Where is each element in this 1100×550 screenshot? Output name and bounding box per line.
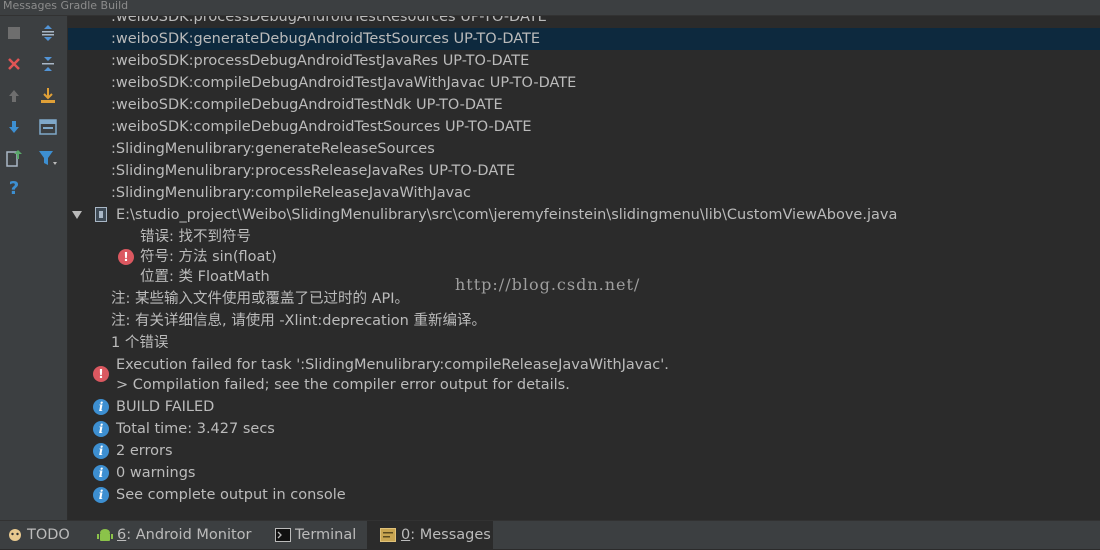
info-icon: i (93, 465, 109, 481)
terminal-icon (275, 528, 291, 542)
list-item[interactable]: :SlidingMenulibrary:compileReleaseJavaWi… (68, 182, 1100, 204)
expand-all-icon (42, 25, 54, 41)
list-item[interactable]: :weiboSDK:compileDebugAndroidTestSources… (68, 116, 1100, 138)
stop-button[interactable] (3, 22, 25, 44)
info-icon: i (93, 443, 109, 459)
info-icon: i (93, 399, 109, 415)
java-file-icon (95, 207, 107, 222)
info-item[interactable]: i 2 errors (68, 440, 1100, 462)
todo-icon (9, 529, 21, 541)
list-item[interactable]: :weiboSDK:compileDebugAndroidTestNdk UP-… (68, 94, 1100, 116)
next-message-button[interactable] (3, 116, 25, 138)
filter-icon (39, 151, 57, 165)
messages-panel: :weiboSDK:processDebugAndroidTestResourc… (68, 16, 1100, 520)
error-detail-line[interactable]: 错误: 找不到符号 (68, 226, 1100, 248)
info-item[interactable]: i Total time: 3.427 secs (68, 418, 1100, 440)
help-button[interactable]: ? (3, 177, 25, 199)
info-item[interactable]: i 0 warnings (68, 462, 1100, 484)
info-item[interactable]: i BUILD FAILED (68, 396, 1100, 418)
expand-all-button[interactable] (37, 22, 59, 44)
export-button[interactable] (37, 85, 59, 107)
stop-icon (8, 27, 20, 39)
info-item[interactable]: i See complete output in console (68, 484, 1100, 506)
android-icon (97, 529, 113, 541)
help-icon: ? (8, 177, 20, 199)
info-icon: i (93, 487, 109, 503)
failure-message[interactable]: ! Execution failed for task ':SlidingMen… (68, 354, 1100, 382)
watermark: http://blog.csdn.net/ (455, 275, 641, 294)
info-icon: i (93, 421, 109, 437)
expand-arrow-icon[interactable] (72, 211, 82, 219)
tool-window-title: Messages Gradle Build (0, 0, 1100, 16)
failure-message-detail[interactable]: > Compilation failed; see the compiler e… (68, 374, 1100, 396)
tool-window-bar: TODO 6: Android Monitor Terminal 0: Mess… (0, 520, 1100, 550)
close-icon (8, 58, 20, 70)
list-item[interactable]: :weiboSDK:processDebugAndroidTestResourc… (68, 16, 1100, 28)
previous-icon (9, 90, 19, 102)
export-to-text-icon (6, 150, 22, 167)
export-icon (41, 88, 55, 103)
tab-terminal[interactable]: Terminal (270, 521, 362, 550)
tab-todo[interactable]: TODO (0, 521, 84, 550)
next-icon (9, 121, 19, 133)
list-item-selected[interactable]: :weiboSDK:generateDebugAndroidTestSource… (68, 28, 1100, 50)
error-icon: ! (118, 249, 134, 265)
list-item[interactable]: :SlidingMenulibrary:processReleaseJavaRe… (68, 160, 1100, 182)
close-button[interactable] (3, 53, 25, 75)
file-path: E:\studio_project\Weibo\SlidingMenulibra… (116, 207, 898, 223)
export-to-text-button[interactable] (3, 147, 25, 169)
collapse-all-button[interactable] (37, 53, 59, 75)
file-tree-node[interactable]: E:\studio_project\Weibo\SlidingMenulibra… (68, 204, 1100, 226)
list-item[interactable]: 注: 有关详细信息, 请使用 -Xlint:deprecation 重新编译。 (68, 310, 1100, 332)
list-item[interactable]: :weiboSDK:processDebugAndroidTestJavaRes… (68, 50, 1100, 72)
list-item[interactable]: :weiboSDK:compileDebugAndroidTestJavaWit… (68, 72, 1100, 94)
list-item[interactable]: 1 个错误 (68, 332, 1100, 354)
list-item[interactable]: :SlidingMenulibrary:generateReleaseSourc… (68, 138, 1100, 160)
collapse-all-icon (42, 57, 54, 71)
filter-button[interactable] (37, 147, 59, 169)
window-title: Messages Gradle Build (3, 0, 129, 12)
tab-android-monitor[interactable]: 6: Android Monitor (90, 521, 265, 550)
autoscroll-button[interactable] (37, 116, 59, 138)
messages-icon (380, 528, 396, 542)
autoscroll-icon (39, 119, 57, 135)
messages-toolbar: ? (0, 16, 68, 520)
previous-message-button[interactable] (3, 85, 25, 107)
error-detail-line[interactable]: ! 符号: 方法 sin(float) (68, 246, 1100, 268)
tab-messages[interactable]: 0: Messages (367, 521, 493, 550)
